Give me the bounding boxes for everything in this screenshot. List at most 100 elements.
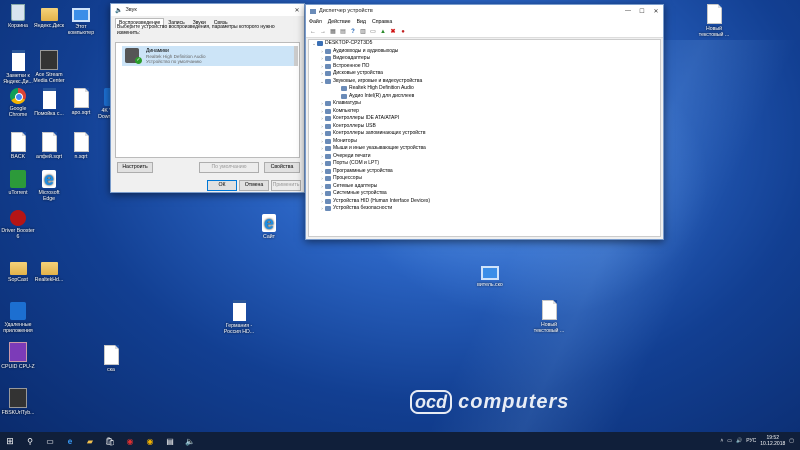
menu-help[interactable]: Справка xyxy=(369,19,395,25)
desktop-icon[interactable]: Германия - Россия HD... xyxy=(222,300,256,335)
device-list[interactable]: ✓ Динамики Realtek High Definition Audio… xyxy=(115,42,300,158)
tree-node[interactable]: › Дисковые устройства xyxy=(309,70,660,78)
desktop-icon[interactable]: uTorrent xyxy=(1,170,35,196)
desktop-icon[interactable]: e Microsoft Edge xyxy=(32,170,66,202)
tree-node[interactable]: › Мониторы xyxy=(309,138,660,146)
list-view-icon[interactable]: ▥ xyxy=(359,28,367,36)
desktop-icon[interactable]: Driver Booster 6 xyxy=(1,210,35,240)
desktop-icon-label: Заметки к Яндекс.Ди... xyxy=(3,73,33,85)
desktop-icon[interactable]: FBSKUrlTyb... xyxy=(1,388,35,416)
tree-node[interactable]: › Контроллеры запоминающих устройств xyxy=(309,130,660,138)
properties-button[interactable]: Свойства xyxy=(264,162,300,173)
help-icon[interactable]: ? xyxy=(349,28,357,36)
device-manager-title: Диспетчер устройств xyxy=(319,8,373,14)
network-icon[interactable]: ▭ xyxy=(727,438,732,444)
maximize-icon[interactable]: ☐ xyxy=(635,8,649,15)
update-driver-icon[interactable]: ▲ xyxy=(379,28,387,36)
desktop-icon[interactable]: Удаленные приложения xyxy=(1,302,35,334)
desktop-icon[interactable]: Заметки к Яндекс.Ди... xyxy=(1,50,35,85)
desktop-icon[interactable]: витель.ско xyxy=(473,262,507,288)
desktop-icon[interactable]: e Сайт xyxy=(252,214,286,240)
desktop-icon[interactable]: SopCast xyxy=(1,258,35,283)
device-category-icon xyxy=(325,138,331,144)
sound-dialog-titlebar[interactable]: 🔈 Звук ✕ xyxy=(111,4,304,16)
apply-button[interactable]: Применить xyxy=(271,180,301,191)
set-default-button[interactable]: По умолчанию xyxy=(199,162,259,173)
sound-task-icon[interactable]: 🔈 xyxy=(180,432,200,450)
task-view-icon[interactable]: ▭ xyxy=(40,432,60,450)
notifications-icon[interactable]: ▢ xyxy=(789,438,794,444)
minimize-icon[interactable]: — xyxy=(621,8,635,14)
device-manager-titlebar[interactable]: Диспетчер устройств — ☐ ✕ xyxy=(306,5,663,17)
properties-icon[interactable]: ▤ xyxy=(339,28,347,36)
desktop-icon[interactable]: Этот компьютер xyxy=(64,4,98,36)
edge-icon[interactable]: e xyxy=(60,432,80,450)
store-icon[interactable]: 🛍 xyxy=(100,432,120,450)
close-icon[interactable]: ✕ xyxy=(290,7,304,14)
desktop-icon[interactable]: BACK xyxy=(1,132,35,160)
start-icon[interactable]: ⊞ xyxy=(0,432,20,450)
tree-node[interactable]: › Аудиовходы и аудиовыходы xyxy=(309,48,660,56)
device-category-icon xyxy=(325,131,331,137)
volume-icon[interactable]: 🔊 xyxy=(736,438,742,444)
uninstall-icon[interactable]: ✖ xyxy=(389,28,397,36)
cancel-button[interactable]: Отмена xyxy=(239,180,269,191)
ok-button[interactable]: ОК xyxy=(207,180,237,191)
desktop-icon[interactable]: n.sqrt xyxy=(64,132,98,160)
close-icon[interactable]: ✕ xyxy=(649,8,663,15)
tree-node[interactable]: › Видеоадаптеры xyxy=(309,55,660,63)
tree-node[interactable]: › Программные устройства xyxy=(309,168,660,176)
tree-node[interactable]: › Процессоры xyxy=(309,175,660,183)
tree-node[interactable]: › Устройства HID (Human Interface Devices… xyxy=(309,198,660,206)
forward-arrow-icon[interactable]: → xyxy=(319,28,327,36)
menu-view[interactable]: Вид xyxy=(354,19,369,25)
desktop-icon[interactable]: ска xyxy=(94,345,128,373)
tree-node[interactable]: › Контроллеры IDE ATA/ATAPI xyxy=(309,115,660,123)
desktop-icon[interactable]: Яндекс.Диск xyxy=(32,4,66,29)
tree-root[interactable]: ⌄ DESKTOP-CP2T3D5 xyxy=(309,40,660,48)
clock[interactable]: 19:52 10.12.2018 xyxy=(760,435,785,447)
tree-node[interactable]: › Порты (COM и LPT) xyxy=(309,160,660,168)
tree-node[interactable]: › Очереди печати xyxy=(309,153,660,161)
device-tree[interactable]: ⌄ DESKTOP-CP2T3D5 › Аудиовходы и аудиовых… xyxy=(308,39,661,237)
desktop-icon[interactable]: Корзина xyxy=(1,4,35,29)
desktop-icon[interactable]: Google Chrome xyxy=(1,88,35,118)
tree-node[interactable]: › Системные устройства xyxy=(309,190,660,198)
device-item-speakers[interactable]: ✓ Динамики Realtek High Definition Audio… xyxy=(122,46,294,66)
configure-button[interactable]: Настроить xyxy=(117,162,153,173)
device-manager-task-icon[interactable]: ▤ xyxy=(160,432,180,450)
tree-node[interactable]: › Встроенное ПО xyxy=(309,63,660,71)
recycle-bin-icon xyxy=(11,4,25,21)
tree-node[interactable]: Realtek High Definition Audio xyxy=(309,85,660,93)
monitor-icon[interactable]: ▭ xyxy=(369,28,377,36)
chevron-up-icon[interactable]: ˄ xyxy=(720,438,723,444)
search-icon[interactable]: ⚲ xyxy=(20,432,40,450)
desktop-icon[interactable]: алфей.sqrt xyxy=(32,132,66,160)
tree-node[interactable]: › Устройства безопасности xyxy=(309,205,660,213)
desktop-icon[interactable]: apo.sqrt xyxy=(64,88,98,116)
tree-node[interactable]: › Компьютер xyxy=(309,108,660,116)
console-tree-icon[interactable]: ▦ xyxy=(329,28,337,36)
desktop-icon[interactable]: Новый текстовый ... xyxy=(532,300,566,334)
file-explorer-icon[interactable]: ▰ xyxy=(80,432,100,450)
back-arrow-icon[interactable]: ← xyxy=(309,28,317,36)
desktop-icon[interactable]: Новый текстовый ... xyxy=(697,4,731,38)
chrome-icon[interactable]: ◉ xyxy=(140,432,160,450)
input-language[interactable]: РУС xyxy=(746,438,756,444)
scan-hardware-icon[interactable]: ● xyxy=(399,28,407,36)
tree-node[interactable]: › Мыши и иные указывающие устройства xyxy=(309,145,660,153)
tree-node[interactable]: › Сетевые адаптеры xyxy=(309,183,660,191)
tree-node[interactable]: › Клавиатуры xyxy=(309,100,660,108)
desktop-icon[interactable]: RealtekHd... xyxy=(32,258,66,283)
menu-action[interactable]: Действие xyxy=(325,19,354,25)
tree-node[interactable]: ⌄ Звуковые, игровые и видеоустройства xyxy=(309,78,660,86)
desktop-icon-label: FBSKUrlTyb... xyxy=(1,410,35,416)
list-scrollbar[interactable] xyxy=(294,46,298,66)
tree-node[interactable]: › Контроллеры USB xyxy=(309,123,660,131)
tree-node[interactable]: Аудио Intel(R) для дисплеев xyxy=(309,93,660,101)
desktop-icon[interactable]: Ace Stream Media Center xyxy=(32,50,66,84)
menu-file[interactable]: Файл xyxy=(306,19,325,25)
desktop-icon[interactable]: Помойка с... xyxy=(32,88,66,117)
desktop-icon[interactable]: CPUID CPU-Z xyxy=(1,342,35,370)
yandex-browser-icon[interactable]: ◉ xyxy=(120,432,140,450)
